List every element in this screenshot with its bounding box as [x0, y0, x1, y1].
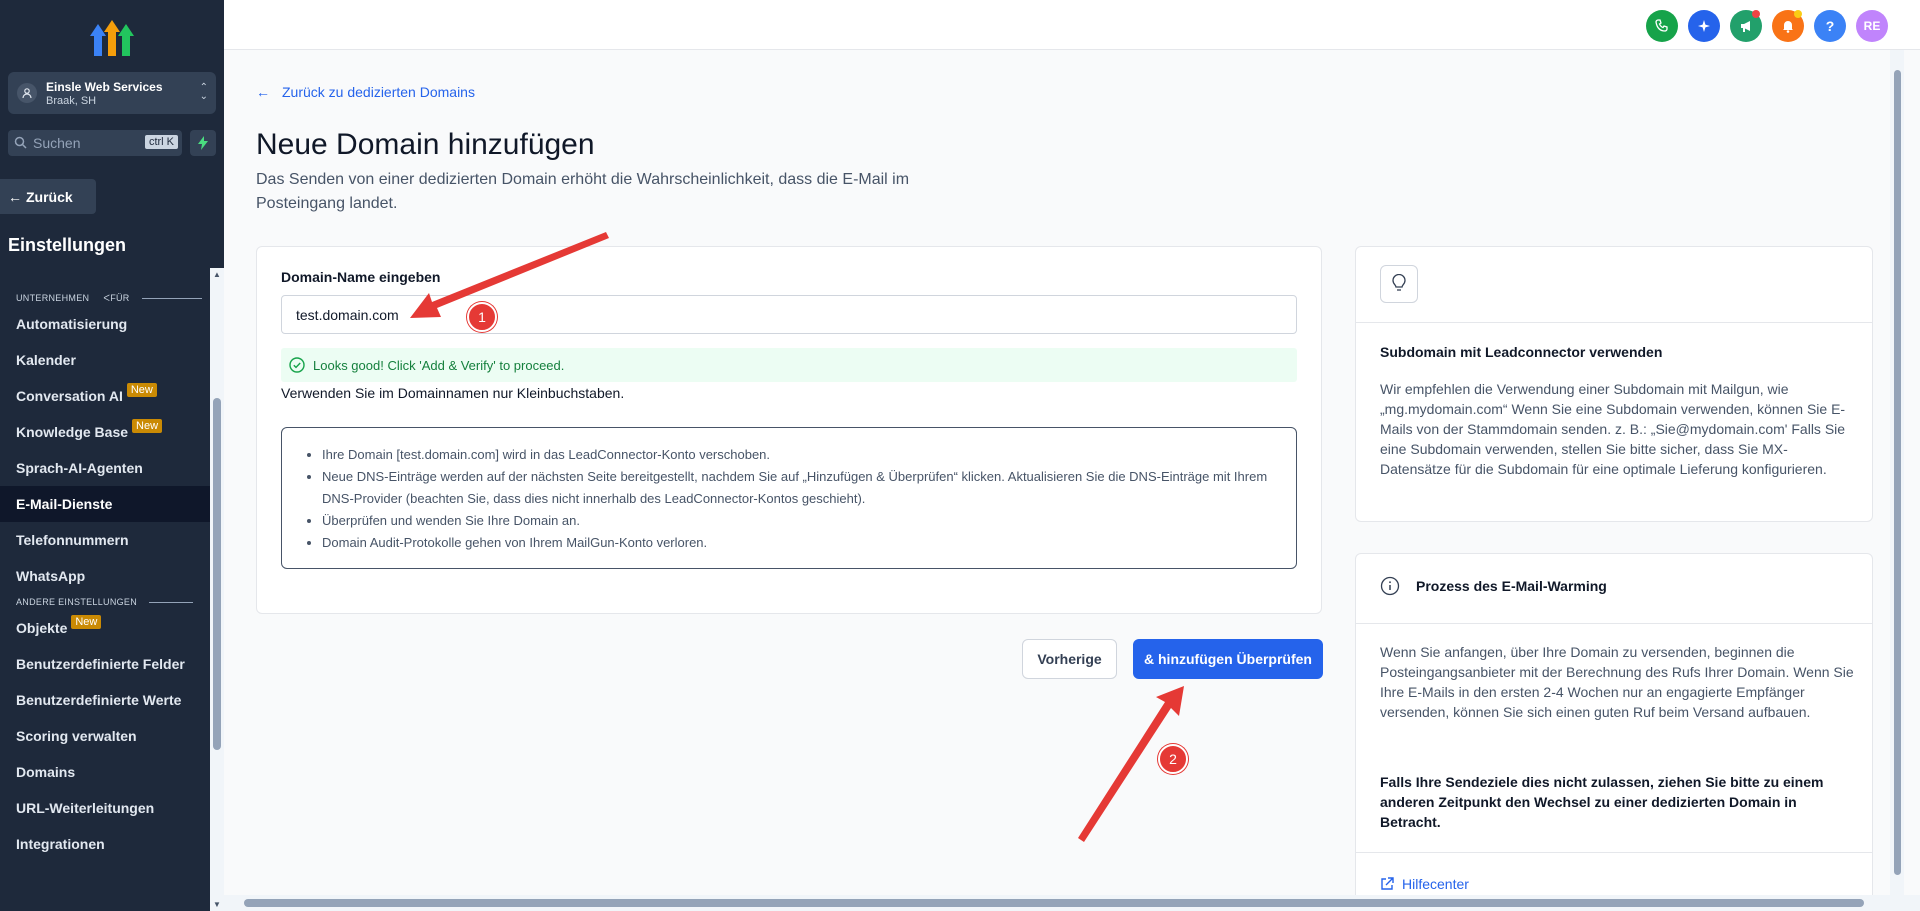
phone-icon — [1655, 19, 1668, 32]
info-list-box: Ihre Domain [test.domain.com] wird in da… — [281, 427, 1297, 569]
arrow-left-icon: ← — [256, 84, 270, 100]
info-item: Neue DNS-Einträge werden auf der nächste… — [322, 466, 1272, 510]
email-warming-note: Falls Ihre Sendeziele dies nicht zulasse… — [1380, 774, 1824, 830]
sidebar-item-automatisierung[interactable]: Automatisierung — [0, 306, 210, 342]
subdomain-tip-text: Wir empfehlen die Verwendung einer Subdo… — [1380, 381, 1846, 477]
search-input[interactable]: Suchen ctrl K — [8, 130, 182, 156]
page-subtitle: Das Senden von einer dedizierten Domain … — [256, 171, 910, 212]
search-placeholder: Suchen — [33, 135, 81, 151]
sparkle-icon — [1698, 20, 1710, 32]
quick-actions-button[interactable] — [190, 130, 216, 156]
main-horizontal-scroll-thumb[interactable] — [244, 899, 1864, 907]
sidebar-item-scoring-verwalten[interactable]: Scoring verwalten — [0, 718, 210, 754]
validation-success-message: Looks good! Click 'Add & Verify' to proc… — [281, 348, 1297, 382]
divider — [1356, 322, 1872, 323]
account-switcher[interactable]: Einsle Web Services Braak, SH ⌃ ⌄ — [8, 72, 216, 114]
sidebar-scroll-thumb[interactable] — [213, 398, 221, 750]
domain-field-label: Domain-Name eingeben — [281, 269, 441, 285]
new-badge: New — [71, 615, 102, 629]
megaphone-icon — [1741, 21, 1750, 32]
search-icon — [14, 136, 27, 149]
bell-icon — [1783, 21, 1793, 33]
email-warming-title: Prozess des E-Mail-Warming — [1416, 578, 1607, 594]
arrow-left-icon: ← — [8, 188, 22, 205]
sidebar: Einsle Web Services Braak, SH ⌃ ⌄ Suchen … — [0, 0, 224, 911]
sidebar-item-objekte[interactable]: Objekte New — [0, 610, 210, 646]
lowercase-hint: Verwenden Sie im Domainnamen nur Kleinbu… — [281, 385, 625, 401]
info-item: Domain Audit-Protokolle gehen von Ihrem … — [322, 532, 1272, 554]
account-location: Braak, SH — [46, 95, 97, 107]
email-warming-text: Wenn Sie anfangen, über Ihre Domain zu v… — [1380, 644, 1854, 720]
email-warming-card: Prozess des E-Mail-Warming Wenn Sie anfa… — [1355, 553, 1873, 911]
app-logo[interactable] — [88, 16, 136, 56]
sidebar-item-conversation-ai[interactable]: Conversation AI New — [0, 378, 210, 414]
settings-nav: UNTERNEHMEN ᐸ FÜR Automatisierung Kalend… — [0, 290, 210, 862]
topbar-actions: ? RE — [1646, 10, 1888, 42]
annotation-step-2: 2 — [1158, 744, 1188, 774]
sidebar-item-kalender[interactable]: Kalender — [0, 342, 210, 378]
sidebar-item-whatsapp[interactable]: WhatsApp — [0, 558, 210, 594]
domain-name-input[interactable] — [281, 295, 1297, 334]
chevron-updown-icon: ⌃ ⌄ — [199, 82, 208, 102]
location-icon — [17, 83, 37, 103]
sidebar-item-knowledge-base[interactable]: Knowledge Base New — [0, 414, 210, 450]
sidebar-scrollbar[interactable]: ▲ ▼ — [210, 268, 224, 911]
external-link-icon — [1381, 877, 1394, 890]
account-name: Einsle Web Services — [46, 80, 163, 94]
help-button[interactable]: ? — [1814, 10, 1846, 42]
info-item: Überprüfen und wenden Sie Ihre Domain an… — [322, 510, 1272, 532]
notification-dot — [1794, 10, 1802, 18]
search-shortcut: ctrl K — [144, 135, 178, 149]
help-icon: ? — [1825, 18, 1835, 34]
nav-section-other: ANDERE EINSTELLUNGEN — [0, 594, 210, 610]
announcements-button[interactable] — [1730, 10, 1762, 42]
bolt-icon — [198, 136, 208, 150]
ai-assist-button[interactable] — [1688, 10, 1720, 42]
new-badge: New — [126, 383, 157, 397]
main-vertical-scroll-thumb[interactable] — [1894, 70, 1901, 875]
topbar: ? RE — [224, 0, 1920, 50]
breadcrumb-back-link[interactable]: ← Zurück zu dedizierten Domains — [256, 84, 475, 100]
help-center-link[interactable]: Hilfecenter — [1380, 876, 1469, 892]
scroll-up-icon[interactable]: ▲ — [213, 270, 221, 279]
sidebar-item-url-weiterleitungen[interactable]: URL-Weiterleitungen — [0, 790, 210, 826]
sidebar-item-email-dienste[interactable]: E-Mail-Dienste — [0, 486, 210, 522]
sidebar-item-sprach-ai-agenten[interactable]: Sprach-AI-Agenten — [0, 450, 210, 486]
divider — [1356, 852, 1872, 853]
check-circle-icon — [289, 357, 305, 373]
main-horizontal-scrollbar[interactable] — [224, 895, 1920, 911]
sidebar-item-benutzerdefinierte-felder[interactable]: Benutzerdefinierte Felder — [0, 646, 210, 682]
previous-button[interactable]: Vorherige — [1022, 639, 1117, 679]
lightbulb-icon — [1380, 265, 1418, 303]
notifications-button[interactable] — [1772, 10, 1804, 42]
sidebar-item-domains[interactable]: Domains — [0, 754, 210, 790]
scroll-down-icon[interactable]: ▼ — [213, 900, 221, 909]
subdomain-tip-card: Subdomain mit Leadconnector verwenden Wi… — [1355, 246, 1873, 522]
add-verify-button[interactable]: & hinzufügen Überprüfen — [1133, 639, 1323, 679]
info-item: Ihre Domain [test.domain.com] wird in da… — [322, 444, 1272, 466]
phone-button[interactable] — [1646, 10, 1678, 42]
info-icon — [1380, 576, 1400, 596]
settings-title: Einstellungen — [8, 235, 127, 255]
sidebar-item-integrationen[interactable]: Integrationen — [0, 826, 210, 862]
sidebar-item-telefonnummern[interactable]: Telefonnummern — [0, 522, 210, 558]
notification-dot — [1752, 10, 1760, 18]
main-vertical-scrollbar[interactable] — [1890, 50, 1904, 895]
email-warming-header: Prozess des E-Mail-Warming — [1380, 576, 1607, 596]
nav-section-company: UNTERNEHMEN ᐸ FÜR — [0, 290, 210, 306]
back-button[interactable]: ← Zurück — [0, 179, 96, 214]
subdomain-tip-title: Subdomain mit Leadconnector verwenden — [1380, 344, 1663, 360]
new-badge: New — [132, 419, 163, 433]
divider — [1356, 623, 1872, 624]
sidebar-item-benutzerdefinierte-werte[interactable]: Benutzerdefinierte Werte — [0, 682, 210, 718]
back-label: Zurück — [26, 188, 73, 205]
domain-form-card: Domain-Name eingeben Looks good! Click '… — [256, 246, 1322, 614]
page-title: Neue Domain hinzufügen — [256, 128, 595, 161]
annotation-step-1: 1 — [467, 302, 497, 332]
user-avatar[interactable]: RE — [1856, 10, 1888, 42]
